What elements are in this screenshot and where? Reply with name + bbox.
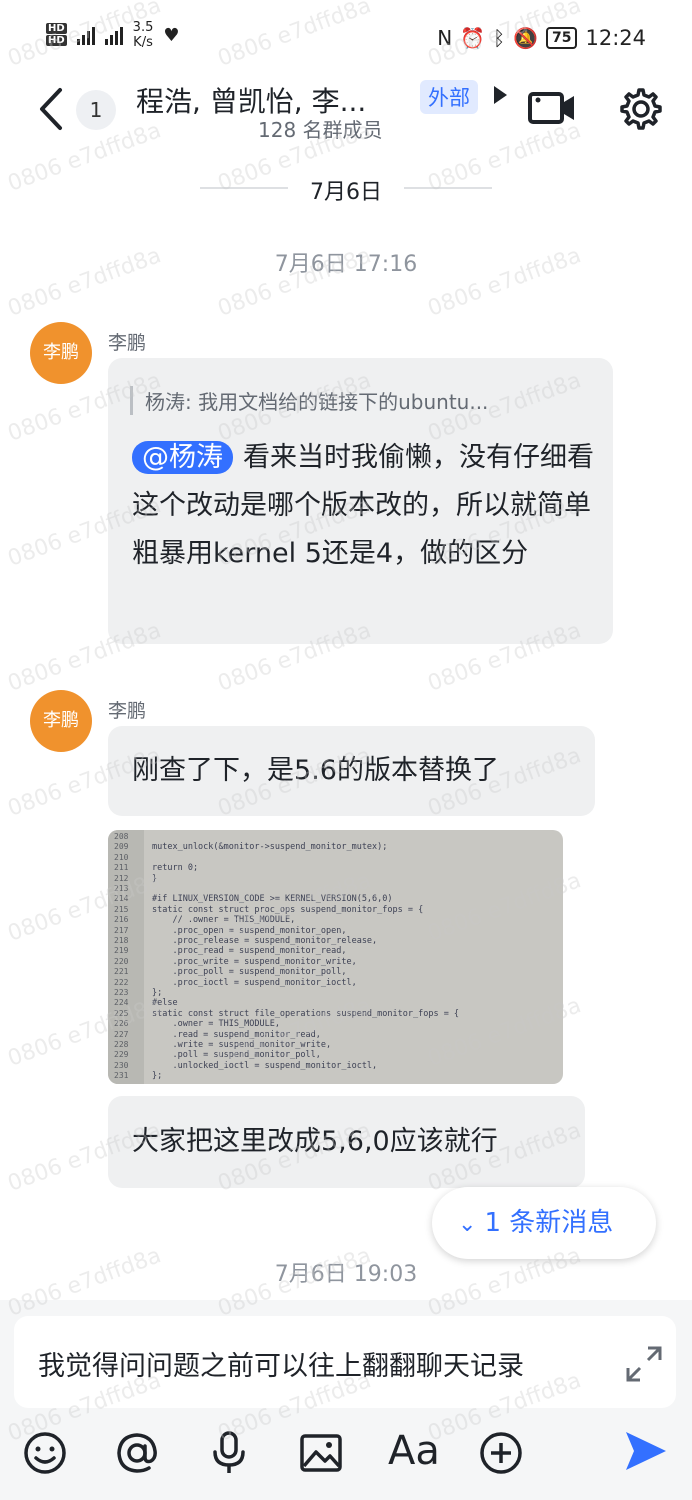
code-line-number: 221: [114, 967, 129, 977]
code-line: };: [152, 1071, 163, 1082]
code-line-number: 209: [114, 842, 129, 852]
code-line-number: 214: [114, 894, 129, 904]
emoji-icon[interactable]: [22, 1430, 68, 1476]
font-format-icon[interactable]: Aa: [388, 1428, 440, 1474]
code-line: .poll = suspend_monitor_poll,: [152, 1050, 321, 1061]
code-line: static const struct proc_ops suspend_mon…: [152, 904, 424, 915]
chevron-down-icon: ⌄: [458, 1212, 477, 1237]
code-line: }: [152, 873, 158, 884]
member-count[interactable]: 128 名群成员: [258, 114, 383, 143]
code-line-number: 216: [114, 915, 129, 925]
settings-gear-icon[interactable]: [616, 86, 662, 132]
expand-arrow-icon[interactable]: [494, 86, 507, 104]
code-line: .owner = THIS_MODULE,: [152, 1019, 280, 1030]
message-text: 大家把这里改成5,6,0应该就行: [132, 1126, 498, 1157]
code-line: mutex_unlock(&monitor->suspend_monitor_m…: [152, 842, 388, 853]
code-line-number: 227: [114, 1029, 129, 1039]
code-line: .proc_ioctl = suspend_monitor_ioctl,: [152, 977, 357, 988]
heart-icon: ♥: [163, 24, 180, 46]
chat-header: 1 程浩, 曾凯怡, 李... 128 名群成员 外部: [0, 78, 692, 148]
signal-4g-icon: [104, 25, 123, 45]
code-line: // .owner = THIS_MODULE,: [152, 915, 296, 926]
code-line: .proc_read = suspend_monitor_read,: [152, 946, 347, 957]
message-input[interactable]: 我觉得问问题之前可以往上翻翻聊天记录: [14, 1316, 676, 1408]
avatar[interactable]: 李鹏: [30, 690, 92, 752]
sender-name: 李鹏: [108, 332, 147, 354]
code-line: .write = suspend_monitor_write,: [152, 1040, 332, 1050]
code-line-number: 212: [114, 873, 129, 883]
code-line-number: 208: [114, 832, 129, 841]
expand-icon[interactable]: [624, 1344, 664, 1384]
message-text: 刚查了下，是5.6的版本替换了: [132, 755, 499, 786]
code-line-number: 210: [114, 852, 129, 862]
code-screenshot-image[interactable]: 208 209 mutex_unlock(&monitor->suspend_mon…: [108, 830, 563, 1084]
code-line-number: 220: [114, 956, 129, 966]
code-line-number: 226: [114, 1019, 129, 1029]
alarm-icon: ⏰: [460, 26, 486, 50]
new-message-button[interactable]: ⌄ 1 条新消息: [432, 1187, 656, 1259]
code-line-number: 219: [114, 946, 129, 956]
microphone-icon[interactable]: [206, 1430, 252, 1476]
code-line-number: 224: [114, 998, 129, 1008]
code-line: .proc_open = suspend_monitor_open,: [152, 925, 347, 936]
battery-indicator: 75: [545, 27, 578, 49]
message-bubble[interactable]: 杨涛: 我用文档给的链接下的ubuntu... @杨涛 看来当时我偷懒，没有仔细看…: [108, 358, 613, 644]
message-timestamp: 7月6日 19:03: [274, 1262, 418, 1287]
status-bar: HD HD 3.5 K/s ♥ N ⏰ ᛒ 🔕 75 12:24: [0, 0, 692, 78]
bluetooth-icon: ᛒ: [493, 26, 506, 50]
message-bubble[interactable]: 大家把这里改成5,6,0应该就行: [108, 1096, 585, 1188]
status-time: 12:24: [585, 26, 646, 50]
message-timestamp: 7月6日 17:16: [274, 252, 418, 277]
code-line-number: 213: [114, 884, 129, 893]
message-bubble[interactable]: 刚查了下，是5.6的版本替换了: [108, 726, 595, 816]
nfc-icon: N: [437, 26, 453, 50]
code-line: .proc_release = suspend_monitor_release,: [152, 936, 378, 946]
quoted-message[interactable]: 杨涛: 我用文档给的链接下的ubuntu...: [130, 386, 588, 415]
image-icon[interactable]: [298, 1430, 344, 1476]
mention-tag[interactable]: @杨涛: [132, 441, 233, 474]
sender-name: 李鹏: [108, 700, 147, 722]
code-line: .proc_write = suspend_monitor_write,: [152, 956, 357, 967]
code-line: .read = suspend_monitor_read,: [152, 1029, 321, 1040]
hd-indicator: HD HD: [46, 23, 67, 46]
message-input-text[interactable]: 我觉得问问题之前可以往上翻翻聊天记录: [38, 1344, 524, 1383]
code-line-number: 218: [114, 936, 129, 945]
code-line-number: 231: [114, 1071, 129, 1081]
send-icon[interactable]: [622, 1428, 668, 1474]
back-arrow-icon[interactable]: [32, 86, 72, 132]
code-line-number: 217: [114, 925, 129, 935]
unread-count-badge[interactable]: 1: [76, 90, 116, 130]
mention-icon[interactable]: [114, 1430, 160, 1476]
code-line-number: 230: [114, 1060, 129, 1070]
video-call-icon[interactable]: [527, 88, 577, 128]
code-line: static const struct file_operations susp…: [152, 1008, 460, 1019]
code-line: .unlocked_ioctl = suspend_monitor_ioctl,: [152, 1060, 378, 1071]
code-line-number: 215: [114, 904, 129, 914]
avatar[interactable]: 李鹏: [30, 322, 92, 384]
code-line-number: 211: [114, 863, 129, 873]
date-divider: 7月6日: [0, 168, 692, 208]
code-line-number: 229: [114, 1050, 129, 1060]
code-line-number: 225: [114, 1008, 129, 1018]
mute-icon: 🔕: [513, 26, 538, 50]
network-speed: 3.5 K/s: [132, 20, 154, 50]
signal-5g-icon: [76, 25, 95, 45]
add-icon[interactable]: [478, 1430, 524, 1476]
composer-toolbar: Aa: [0, 1424, 692, 1484]
code-line-number: 222: [114, 977, 129, 987]
code-line: .proc_poll = suspend_monitor_poll,: [152, 967, 347, 978]
external-tag: 外部: [420, 80, 478, 114]
code-line: #else: [152, 998, 178, 1009]
code-line-number: 228: [114, 1040, 129, 1049]
code-line: };: [152, 988, 163, 998]
code-line: return 0;: [152, 863, 199, 874]
code-line: #if LINUX_VERSION_CODE >= KERNEL_VERSION…: [152, 894, 393, 905]
message-text: @杨涛 看来当时我偷懒，没有仔细看这个改动是哪个版本改的，所以就简单粗暴用kern…: [132, 441, 594, 569]
code-line-number: 223: [114, 988, 129, 997]
